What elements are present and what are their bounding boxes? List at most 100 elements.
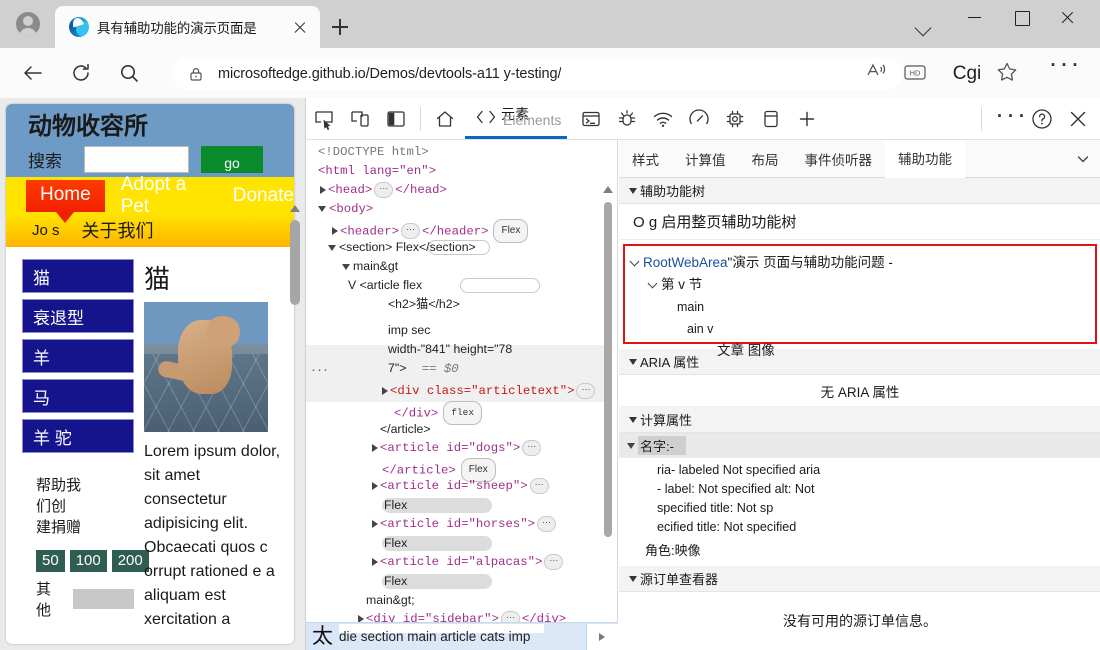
sidebar-chevron-down-icon[interactable] — [1065, 140, 1100, 177]
inspect-element-icon[interactable] — [306, 101, 342, 137]
page-nav-about[interactable]: 关于我们 — [82, 217, 154, 243]
home-icon[interactable] — [427, 101, 463, 137]
page-nav-jobs[interactable]: Jo s — [32, 222, 60, 239]
collapsed-ellipsis-icon[interactable]: ⋯ — [522, 440, 541, 456]
dom-line[interactable]: <html lang="en"> — [310, 162, 617, 181]
reload-icon[interactable] — [64, 56, 98, 90]
page-nav-home[interactable]: Home — [26, 180, 105, 212]
window-close-button[interactable] — [1044, 0, 1090, 34]
section-header-computed[interactable]: 计算属性 — [619, 407, 1100, 433]
collapsed-ellipsis-icon[interactable]: ⋯ — [401, 223, 420, 239]
memory-chip-icon[interactable] — [717, 101, 753, 137]
page-amount-50[interactable]: 50 — [36, 550, 65, 572]
dom-line[interactable]: width-"841" height="78 — [310, 340, 617, 359]
tab-event-listeners[interactable]: 事件侦听器 — [792, 140, 886, 177]
window-maximize-button[interactable] — [998, 0, 1044, 34]
dom-line[interactable]: V <article flex — [310, 276, 617, 295]
dom-line[interactable]: imp sec — [310, 321, 617, 340]
collapsed-ellipsis-icon[interactable]: ⋯ — [530, 478, 549, 494]
section-header-a11y-tree[interactable]: 辅助功能树 — [619, 178, 1100, 204]
tab-computed[interactable]: 计算值 — [672, 140, 739, 177]
page-amount-100[interactable]: 100 — [70, 550, 107, 572]
expand-triangle-right-icon[interactable] — [372, 444, 378, 452]
more-dots-icon[interactable] — [1048, 57, 1082, 90]
collapse-triangle-down-icon[interactable] — [318, 206, 326, 212]
expand-triangle-right-icon[interactable] — [372, 558, 378, 566]
window-minimize-button[interactable] — [952, 0, 998, 34]
search-icon[interactable] — [112, 56, 146, 90]
dom-line[interactable]: Flex — [310, 534, 617, 553]
url-input[interactable]: microsoftedge.github.io/Demos/devtools-a… — [172, 57, 902, 90]
tab-list-chevron-down-icon[interactable] — [910, 12, 938, 40]
page-scrollbar[interactable] — [287, 198, 303, 650]
dom-line[interactable]: main&gt; — [310, 591, 617, 610]
page-nav-adopt[interactable]: Adopt a Pet — [121, 174, 217, 218]
page-other-input[interactable] — [73, 589, 134, 609]
collections-cgi-button[interactable]: Cgi — [946, 57, 988, 90]
a11y-tree-node[interactable]: ain v — [625, 318, 1095, 340]
dom-line[interactable]: <!DOCTYPE html> — [310, 143, 617, 162]
a11y-tree-node[interactable]: RootWebArea"演示 页面与辅助功能问题 - — [625, 252, 1095, 274]
collapse-triangle-down-icon[interactable] — [328, 245, 336, 251]
dom-scroll-up-icon[interactable] — [602, 184, 614, 196]
scroll-thumb[interactable] — [290, 220, 300, 305]
page-search-input[interactable] — [84, 146, 189, 173]
performance-gauge-icon[interactable] — [681, 101, 717, 137]
a11y-tree-node[interactable]: main — [625, 296, 1095, 318]
back-arrow-icon[interactable] — [16, 56, 50, 90]
expand-triangle-right-icon[interactable] — [332, 227, 338, 235]
read-aloud-icon[interactable] — [862, 57, 894, 90]
dom-line[interactable]: <section> Flex</section> — [310, 238, 617, 257]
page-go-button[interactable]: go — [201, 146, 263, 173]
computed-name-row[interactable]: 名字:- — [619, 433, 1100, 458]
new-tab-button[interactable] — [325, 12, 355, 42]
tab-accessibility[interactable]: 辅助功能 — [885, 140, 965, 178]
dom-line[interactable]: <header>⋯</header>Flex — [310, 219, 617, 238]
console-icon[interactable] — [573, 101, 609, 137]
a11y-tree-node[interactable]: 文章 图像 — [625, 340, 1095, 362]
dom-line[interactable]: <head>⋯</head> — [310, 181, 617, 200]
tab-elements[interactable]: 元素 Elements — [465, 99, 567, 139]
collapse-triangle-down-icon[interactable] — [342, 264, 350, 270]
scroll-up-arrow-icon[interactable] — [287, 200, 303, 216]
tab-styles[interactable]: 样式 — [619, 140, 672, 177]
device-emulation-icon[interactable] — [342, 101, 378, 137]
page-category-alpacas[interactable]: 羊 驼 — [22, 419, 134, 453]
dom-line[interactable]: main&gt — [310, 257, 617, 276]
page-nav-donate[interactable]: Donate — [233, 185, 294, 207]
dom-line[interactable]: Flex — [310, 572, 617, 591]
dom-line[interactable]: <article id="horses">⋯ — [310, 515, 617, 534]
collapsed-ellipsis-icon[interactable]: ⋯ — [576, 383, 595, 399]
expand-chevron-icon[interactable] — [630, 257, 640, 267]
dom-breadcrumb-bar[interactable]: 太 die section main article cats imp — [306, 622, 618, 650]
help-question-icon[interactable] — [1024, 101, 1060, 137]
dom-line[interactable]: </article>Flex — [310, 458, 617, 477]
expand-triangle-right-icon[interactable] — [372, 482, 378, 490]
dom-line[interactable]: </div>flex — [310, 401, 617, 420]
expand-triangle-right-icon[interactable] — [372, 520, 378, 528]
collapsed-ellipsis-icon[interactable]: ⋯ — [374, 182, 393, 198]
dom-line[interactable]: Flex — [310, 496, 617, 515]
add-tool-plus-icon[interactable] — [789, 101, 825, 137]
dock-side-icon[interactable] — [378, 101, 414, 137]
breadcrumb-chevron-right-icon[interactable] — [586, 624, 618, 650]
browser-tab[interactable]: 具有辅助功能的演示页面是 — [55, 6, 320, 48]
dom-tree-pane[interactable]: ··· <!DOCTYPE html> <html lang="en"> <he… — [306, 140, 618, 650]
page-category-horses[interactable]: 马 — [22, 379, 134, 413]
expand-triangle-right-icon[interactable] — [382, 387, 388, 395]
dom-line[interactable]: <article id="sheep">⋯ — [310, 477, 617, 496]
debugger-bug-icon[interactable] — [609, 101, 645, 137]
expand-chevron-icon[interactable] — [648, 279, 658, 289]
dom-tree-scrollbar[interactable] — [601, 184, 615, 650]
a11y-fullpage-toggle[interactable]: O g 启用整页辅助功能树 — [619, 204, 1100, 240]
dom-line[interactable]: <article id="dogs">⋯ — [310, 439, 617, 458]
section-header-source-order[interactable]: 源订单查看器 — [619, 566, 1100, 592]
page-category-dogs[interactable]: 衰退型 — [22, 299, 134, 333]
dom-line[interactable]: <div class="articletext">⋯ — [310, 382, 617, 401]
dom-scroll-thumb[interactable] — [604, 202, 612, 537]
network-wifi-icon[interactable] — [645, 101, 681, 137]
collapsed-ellipsis-icon[interactable]: ⋯ — [544, 554, 563, 570]
devtools-more-dots-icon[interactable] — [988, 101, 1024, 137]
dom-line[interactable]: <article id="alpacas">⋯ — [310, 553, 617, 572]
dom-line[interactable]: <h2>猫</h2> — [310, 295, 617, 314]
